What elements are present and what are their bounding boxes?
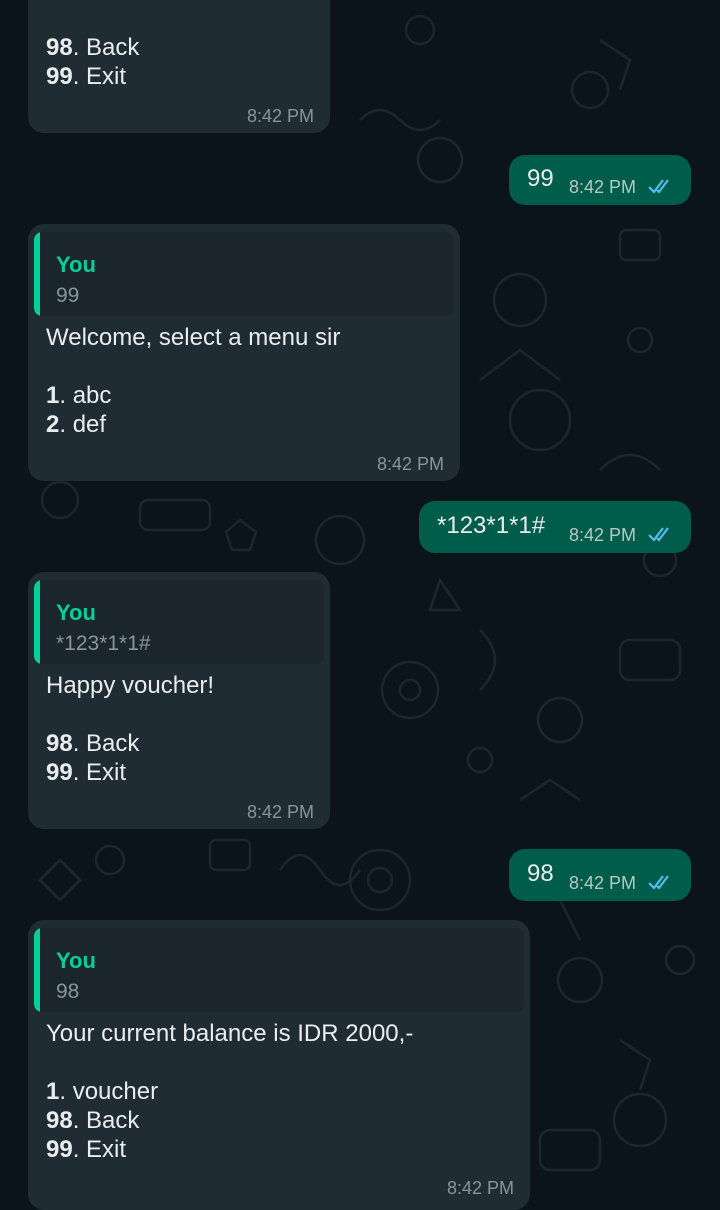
- quote-author: You: [56, 600, 96, 625]
- message-timestamp: 8:42 PM: [446, 1178, 514, 1198]
- message-text: 99: [527, 165, 554, 192]
- message-body: Happy voucher!: [46, 672, 215, 699]
- message-body: Welcome, select a menu sir: [46, 324, 341, 351]
- menu-option-line: 98. Back: [46, 730, 140, 757]
- quote-text: 98: [56, 980, 80, 1003]
- outgoing-message[interactable]: 99 8:42 PM: [509, 155, 691, 205]
- incoming-message[interactable]: You 99 Welcome, select a menu sir 1. abc…: [28, 224, 460, 481]
- quote-accent-bar: [34, 232, 40, 316]
- quote-text: 99: [56, 284, 80, 307]
- quoted-reply[interactable]: You 99: [34, 232, 454, 316]
- quoted-reply[interactable]: You 98: [34, 928, 524, 1012]
- message-timestamp: 8:42 PM: [376, 454, 444, 474]
- message-timestamp: 8:42 PM: [569, 873, 637, 893]
- message-timestamp: 8:42 PM: [246, 802, 314, 822]
- message-text: 98: [527, 860, 554, 887]
- quoted-reply[interactable]: You *123*1*1#: [34, 580, 324, 664]
- quote-text: *123*1*1#: [56, 632, 151, 655]
- message-text: *123*1*1#: [437, 512, 546, 539]
- message-timestamp: 8:42 PM: [569, 177, 637, 197]
- menu-option-line: 99. Exit: [46, 1136, 127, 1163]
- menu-option-line: 99. Exit: [46, 63, 127, 90]
- menu-option-line: 1. voucher: [46, 1078, 159, 1105]
- quote-author: You: [56, 252, 96, 277]
- incoming-message[interactable]: 98. Back 99. Exit 8:42 PM: [28, 0, 330, 133]
- double-check-read-icon: [648, 875, 669, 890]
- message-timestamp: 8:42 PM: [246, 106, 314, 126]
- message-timestamp: 8:42 PM: [569, 525, 637, 545]
- double-check-read-icon: [648, 179, 669, 194]
- outgoing-message[interactable]: 98 8:42 PM: [509, 849, 691, 901]
- quote-author: You: [56, 948, 96, 973]
- quote-accent-bar: [34, 580, 40, 664]
- message-body: Your current balance is IDR 2000,-: [46, 1020, 414, 1047]
- menu-option-line: 98. Back: [46, 34, 140, 61]
- incoming-message[interactable]: You *123*1*1# Happy voucher! 98. Back 99…: [28, 572, 330, 829]
- quote-accent-bar: [34, 928, 40, 1012]
- outgoing-message[interactable]: *123*1*1# 8:42 PM: [419, 501, 691, 553]
- incoming-message[interactable]: You 98 Your current balance is IDR 2000,…: [28, 920, 530, 1210]
- menu-option-line: 99. Exit: [46, 759, 127, 786]
- menu-option-line: 98. Back: [46, 1107, 140, 1134]
- menu-option-line: 1. abc: [46, 382, 112, 409]
- menu-option-line: 2. def: [46, 411, 107, 438]
- double-check-read-icon: [648, 527, 669, 542]
